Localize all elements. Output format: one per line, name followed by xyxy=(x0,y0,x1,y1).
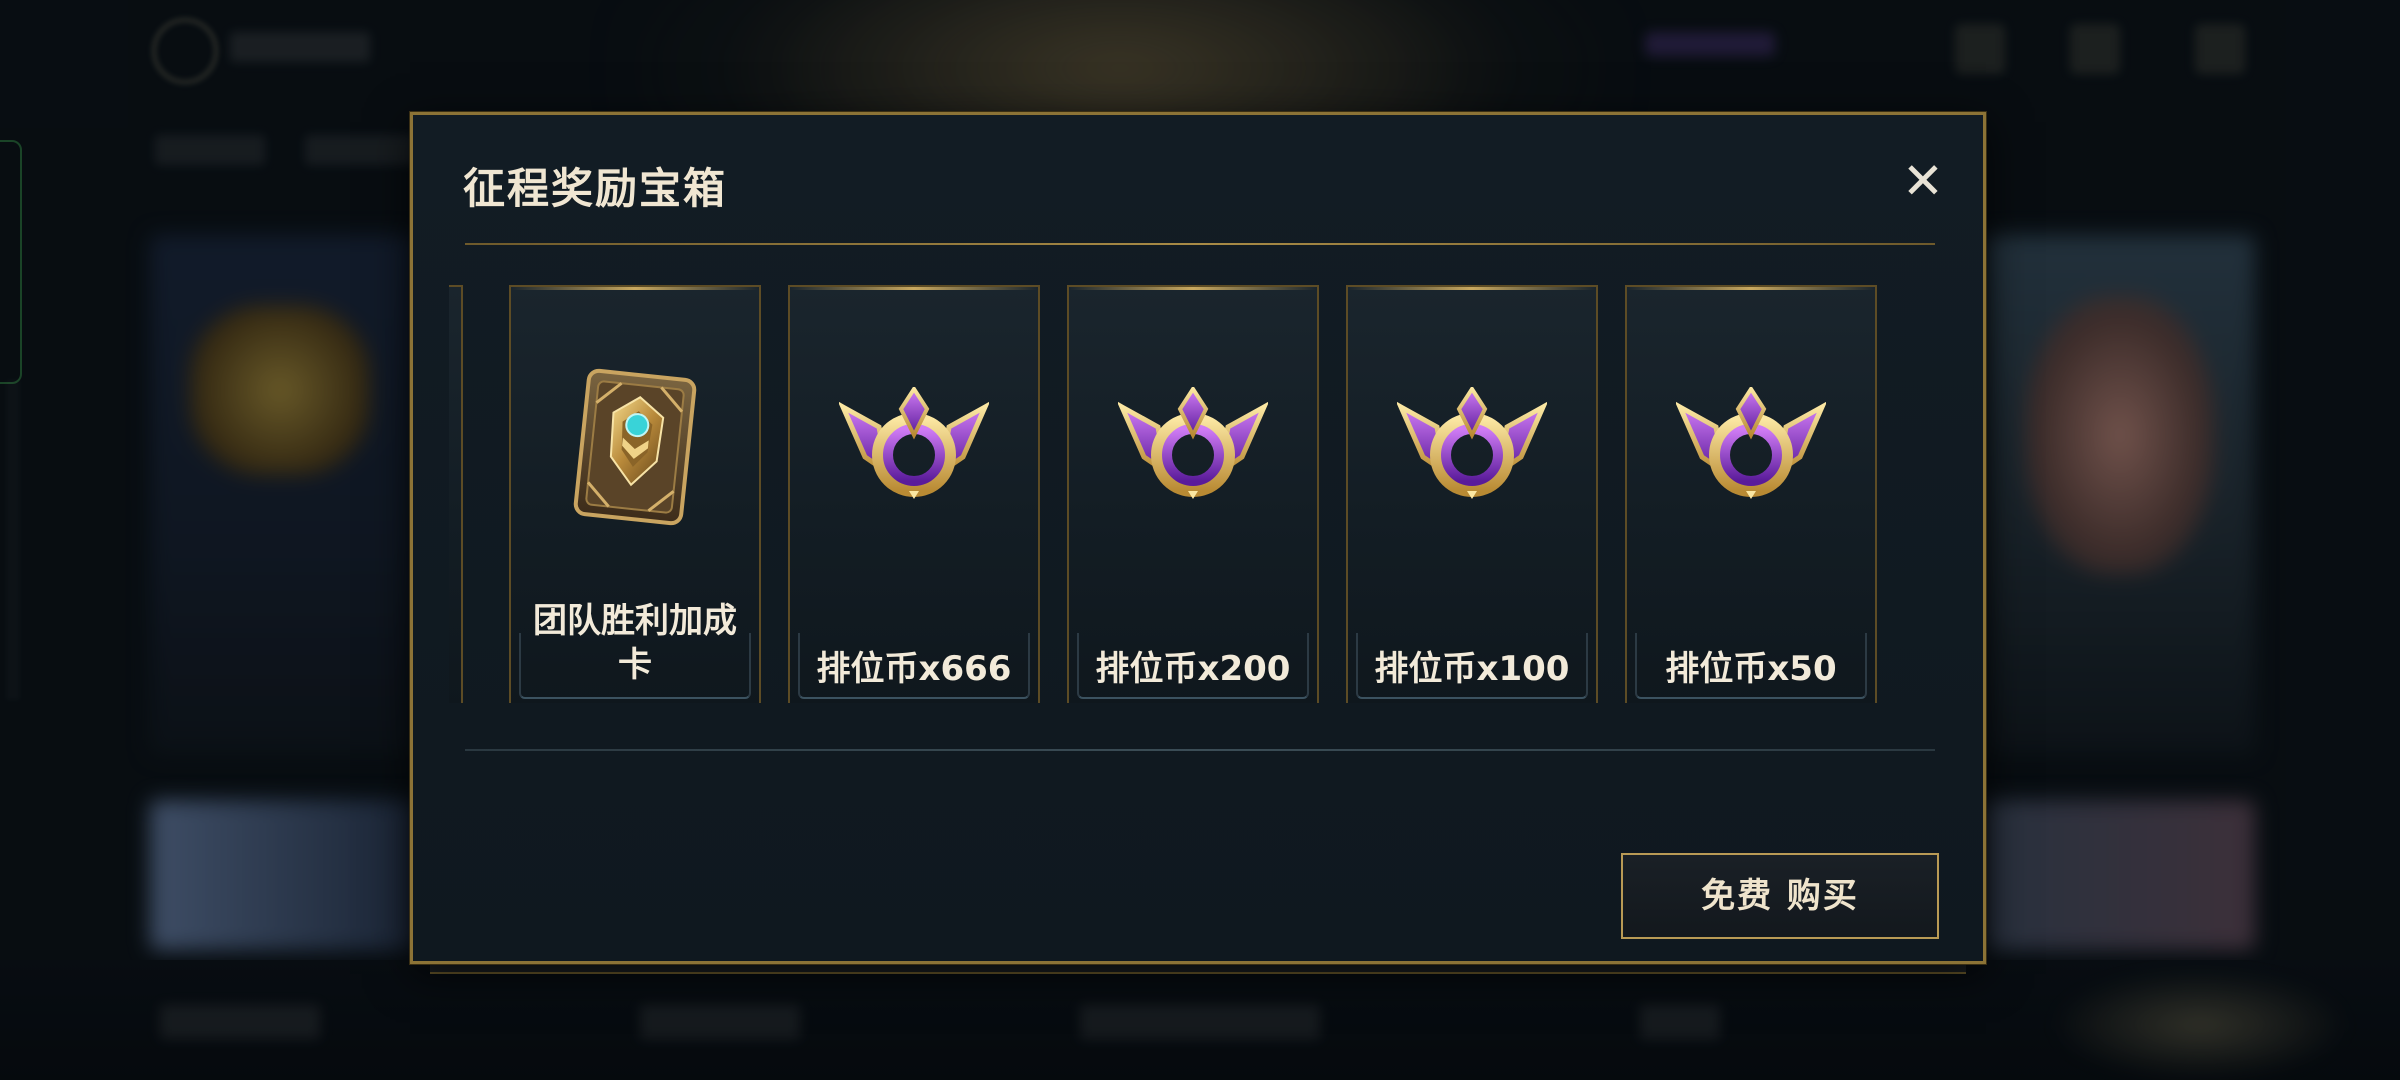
title-divider xyxy=(465,243,1935,245)
ranked-coin-emblem-icon xyxy=(839,387,989,499)
content-divider xyxy=(465,749,1935,751)
reward-name: 排位币x100 xyxy=(1374,649,1570,689)
ranked-coin-emblem-icon xyxy=(1676,387,1826,499)
reward-name: 排位币x200 xyxy=(1095,649,1291,689)
reward-list[interactable]: 团队胜利加成卡 排位币x666 排位币x200 排位币x100 排位币x50 xyxy=(449,273,1949,703)
free-buy-button[interactable]: 免费 购买 xyxy=(1621,853,1939,939)
reward-card[interactable]: 排位币x100 xyxy=(1346,285,1598,703)
reward-chest-dialog: 征程奖励宝箱 ✕ 团队胜利加成卡 排位币x666 排位币x200 排位币x100… xyxy=(410,112,1986,964)
reward-card[interactable]: 排位币x666 xyxy=(788,285,1040,703)
reward-name: 排位币x50 xyxy=(1665,649,1837,689)
reward-card[interactable]: 排位币x50 xyxy=(1625,285,1877,703)
reward-card-partial[interactable] xyxy=(449,285,463,703)
ranked-coin-emblem-icon xyxy=(1118,387,1268,499)
reward-name: 排位币x666 xyxy=(816,649,1012,689)
close-icon[interactable]: ✕ xyxy=(1893,151,1953,211)
modal-bottom-edge xyxy=(430,964,1966,974)
team-victory-boost-card-icon xyxy=(573,368,697,526)
reward-card[interactable]: 排位币x200 xyxy=(1067,285,1319,703)
reward-name: 团队胜利加成卡 xyxy=(533,601,737,685)
dialog-title: 征程奖励宝箱 xyxy=(463,164,728,213)
ranked-coin-emblem-icon xyxy=(1397,387,1547,499)
reward-card[interactable]: 团队胜利加成卡 xyxy=(509,285,761,703)
